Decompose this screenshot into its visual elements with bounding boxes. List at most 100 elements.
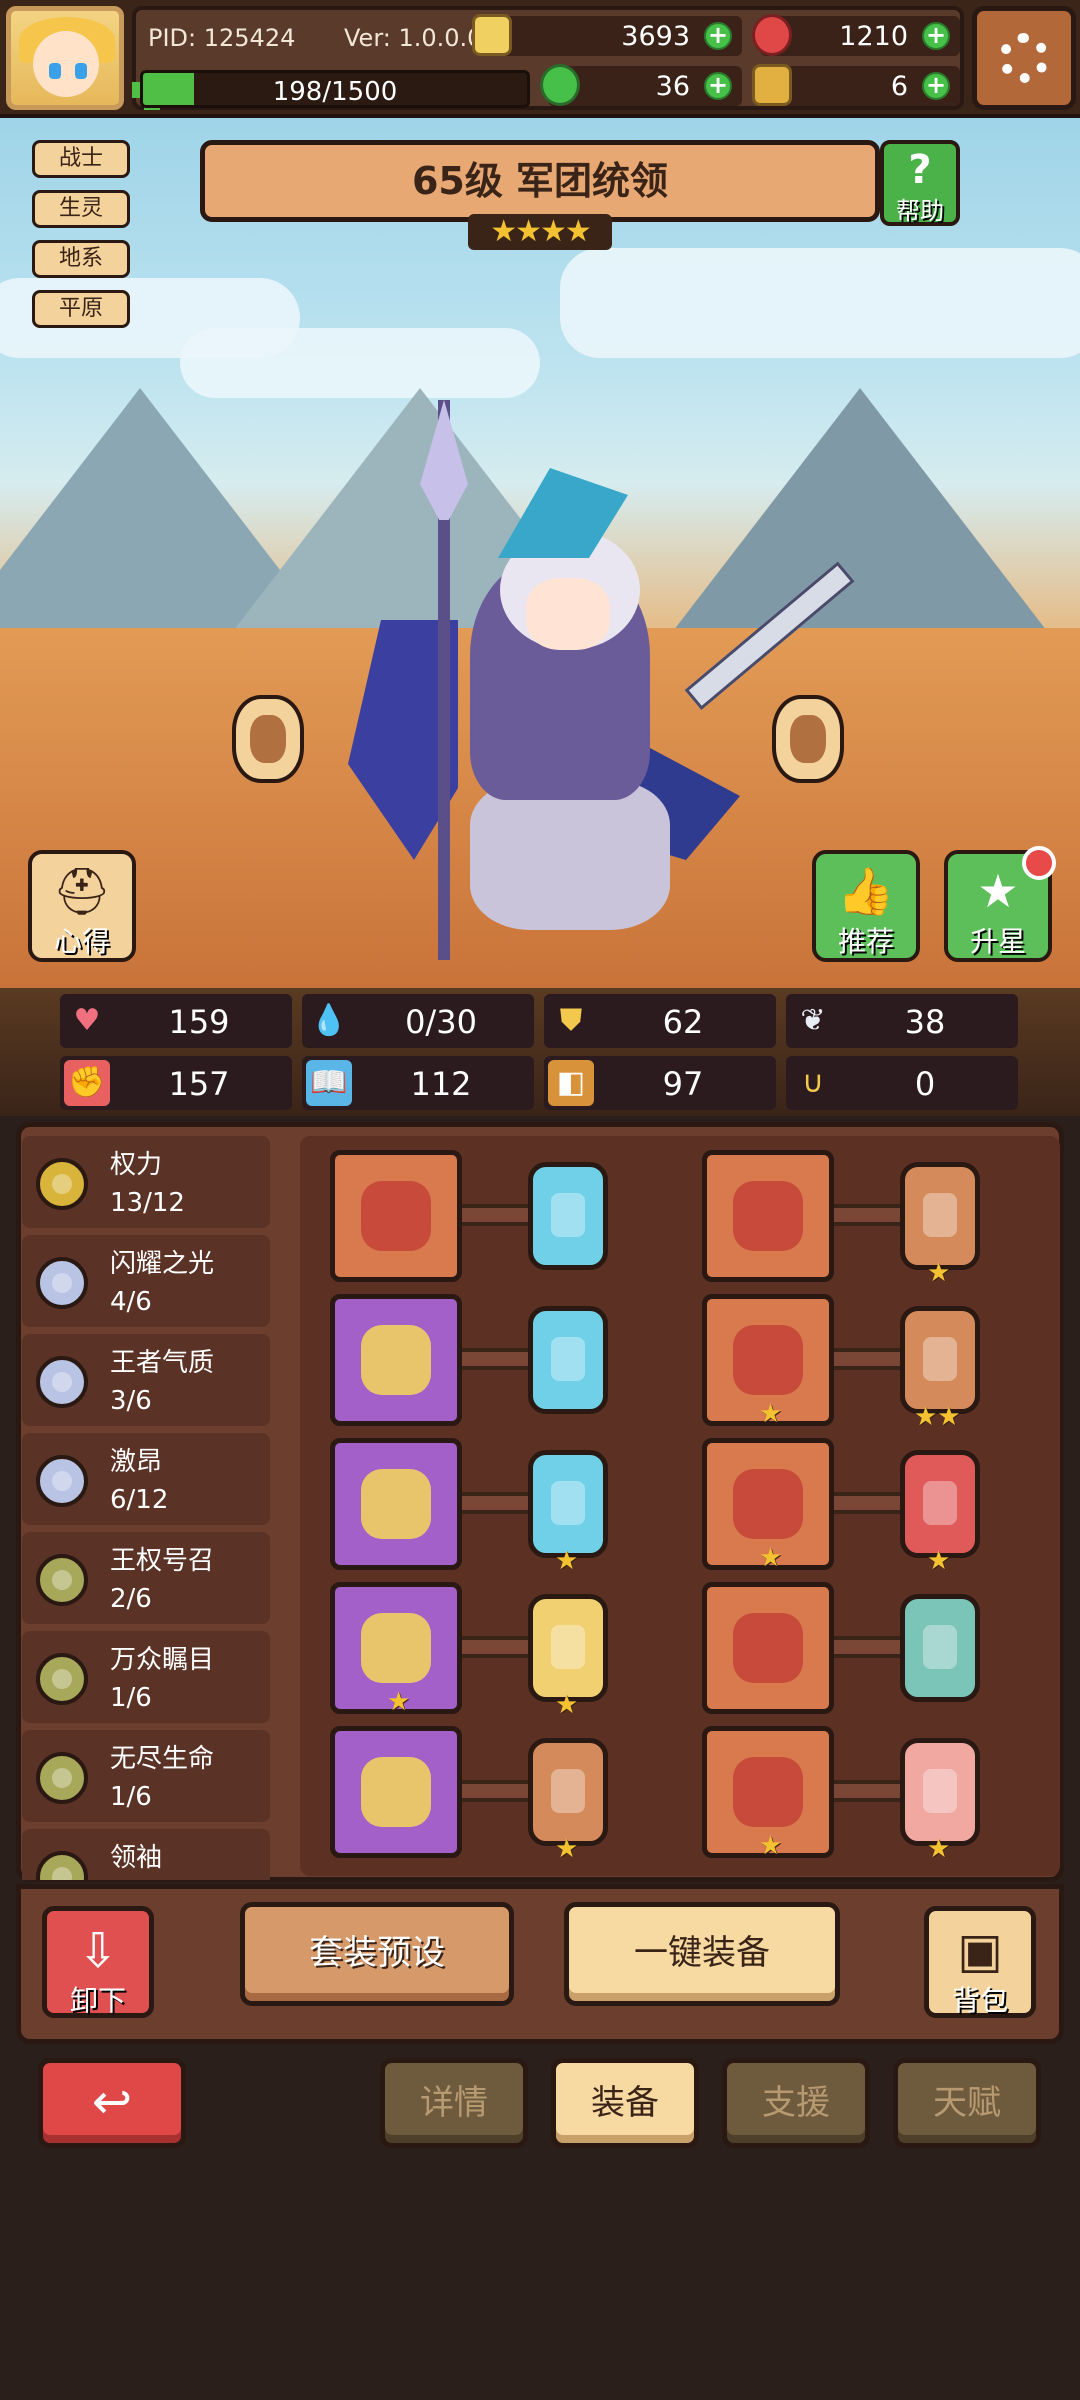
tab-details[interactable]: 详情 <box>380 2058 528 2148</box>
gear-icon <box>999 33 1049 83</box>
tab-talent[interactable]: 天赋 <box>893 2058 1041 2148</box>
prev-hero-button[interactable] <box>232 695 304 783</box>
recommend-label: 推荐 <box>837 925 894 958</box>
right-gear-slot[interactable]: ★ <box>702 1726 834 1861</box>
skill-coin-icon <box>36 1653 88 1705</box>
gem-star-rating: ★ <box>555 1690 579 1720</box>
gear-star-rating: ★ <box>759 1399 783 1429</box>
back-button[interactable]: ↩ <box>38 2058 186 2148</box>
ruby-icon <box>752 14 792 56</box>
avatar-eye <box>75 63 87 79</box>
stat-mana: 💧 0/30 <box>302 994 534 1048</box>
add-clover-button[interactable]: + <box>704 72 732 100</box>
skill-item[interactable]: 领袖 <box>22 1829 270 1880</box>
version-label: Ver: 1.0.0.0 <box>344 24 483 52</box>
recommend-button[interactable]: 👍 推荐 <box>812 850 920 962</box>
right-gear-slot[interactable]: ★ <box>702 1438 834 1573</box>
gauntlet-icon <box>733 1469 803 1539</box>
gem-socket[interactable] <box>528 1450 608 1558</box>
gem-socket[interactable] <box>900 1306 980 1414</box>
return-arrow-icon: ↩ <box>91 2074 133 2130</box>
slot-connector <box>462 1636 532 1658</box>
helmet-icon: ⛑ <box>52 864 112 918</box>
diamond-brooch-icon <box>361 1613 431 1683</box>
tag-race: 生灵 <box>32 190 130 228</box>
bag-button[interactable]: ▣ 背包 <box>924 1906 1036 2018</box>
left-gear-slot[interactable]: ★ <box>330 1582 462 1717</box>
exp-text: 198/1500 <box>272 77 398 107</box>
notification-dot <box>1022 846 1056 880</box>
tips-button[interactable]: ⛑ 心得 <box>28 850 136 962</box>
water-drop-icon: 💧 <box>310 1003 348 1038</box>
skill-name: 王者气质 <box>110 1348 215 1378</box>
gem-socket[interactable] <box>528 1306 608 1414</box>
gear-star-rating: ★ <box>387 1687 411 1717</box>
ruby-amount: 1210 <box>839 21 908 52</box>
tips-label: 心得 <box>53 925 110 958</box>
necklace-icon <box>361 1469 431 1539</box>
thumbs-up-icon: 👍 <box>837 864 895 918</box>
gem-socket[interactable] <box>528 1738 608 1846</box>
skill-coin-icon <box>36 1851 88 1880</box>
gem-socket[interactable] <box>528 1594 608 1702</box>
help-button[interactable]: ? 帮助 <box>880 140 960 226</box>
skill-progress: 2/6 <box>110 1584 152 1614</box>
skill-item[interactable]: 无尽生命 1/6 <box>22 1730 270 1822</box>
gold-coin-icon <box>472 14 512 56</box>
gem-socket[interactable] <box>900 1738 980 1846</box>
skill-name: 无尽生命 <box>110 1744 215 1774</box>
add-ruby-button[interactable]: + <box>922 22 950 50</box>
right-gear-slot[interactable]: ★ <box>702 1294 834 1429</box>
add-horn-button[interactable]: + <box>922 72 950 100</box>
equip-all-button[interactable]: 一键装备 <box>564 1902 840 2006</box>
skill-item[interactable]: 万众瞩目 1/6 <box>22 1631 270 1723</box>
settings-button[interactable] <box>972 6 1076 110</box>
skill-progress: 1/6 <box>110 1782 152 1812</box>
gem-star-rating: ★ <box>927 1546 951 1576</box>
hero-title-banner: 65级 军团统领 <box>200 140 880 222</box>
skill-progress: 3/6 <box>110 1386 152 1416</box>
gem-socket[interactable] <box>900 1594 980 1702</box>
skill-progress: 1/6 <box>110 1683 152 1713</box>
skill-progress: 6/12 <box>110 1485 169 1515</box>
unequip-button[interactable]: ⇩ 卸下 <box>42 1906 154 2018</box>
stat-hp-value: 159 <box>168 1003 230 1041</box>
set-skill-list[interactable]: 权力 13/12 闪耀之光 4/6 王者气质 3/6 激昂 6/12 王权号召 … <box>22 1136 284 1880</box>
boot-icon: ◧ <box>548 1060 594 1106</box>
boots-icon <box>733 1757 803 1827</box>
star-up-button[interactable]: ★ 升星 <box>944 846 1056 962</box>
stat-luck: ∪ 0 <box>786 1056 1018 1110</box>
skill-item[interactable]: 权力 13/12 <box>22 1136 270 1228</box>
gem-star-rating: ★ <box>927 1258 951 1288</box>
set-preset-button[interactable]: 套装预设 <box>240 1902 514 2006</box>
add-gold-button[interactable]: + <box>704 22 732 50</box>
left-gear-slot[interactable] <box>330 1294 462 1426</box>
skill-item[interactable]: 王权号召 2/6 <box>22 1532 270 1624</box>
gold-resource: 3693 + <box>472 14 742 56</box>
left-gear-slot[interactable] <box>330 1438 462 1570</box>
gem-socket[interactable] <box>528 1162 608 1270</box>
gem-socket[interactable] <box>900 1162 980 1270</box>
tab-equipment[interactable]: 装备 <box>551 2058 699 2148</box>
gem-socket[interactable] <box>900 1450 980 1558</box>
skill-item[interactable]: 王者气质 3/6 <box>22 1334 270 1426</box>
fist-icon: ✊ <box>64 1060 110 1106</box>
cloud <box>560 248 1080 358</box>
potion-icon <box>361 1757 431 1827</box>
star-up-label: 升星 <box>969 925 1026 958</box>
skill-item[interactable]: 闪耀之光 4/6 <box>22 1235 270 1327</box>
player-avatar[interactable] <box>6 6 124 110</box>
left-gear-slot[interactable] <box>330 1726 462 1858</box>
heart-icon: ♥ <box>73 1003 101 1038</box>
tab-support[interactable]: 支援 <box>722 2058 870 2148</box>
equipment-action-bar <box>16 1884 1064 2044</box>
slot-connector <box>462 1348 532 1370</box>
skill-coin-icon <box>36 1752 88 1804</box>
skill-item[interactable]: 激昂 6/12 <box>22 1433 270 1525</box>
avatar-face <box>33 31 99 97</box>
right-gear-slot[interactable] <box>702 1582 834 1714</box>
left-gear-slot[interactable] <box>330 1150 462 1282</box>
next-hero-button[interactable] <box>772 695 844 783</box>
tag-class: 战士 <box>32 140 130 178</box>
right-gear-slot[interactable] <box>702 1150 834 1282</box>
